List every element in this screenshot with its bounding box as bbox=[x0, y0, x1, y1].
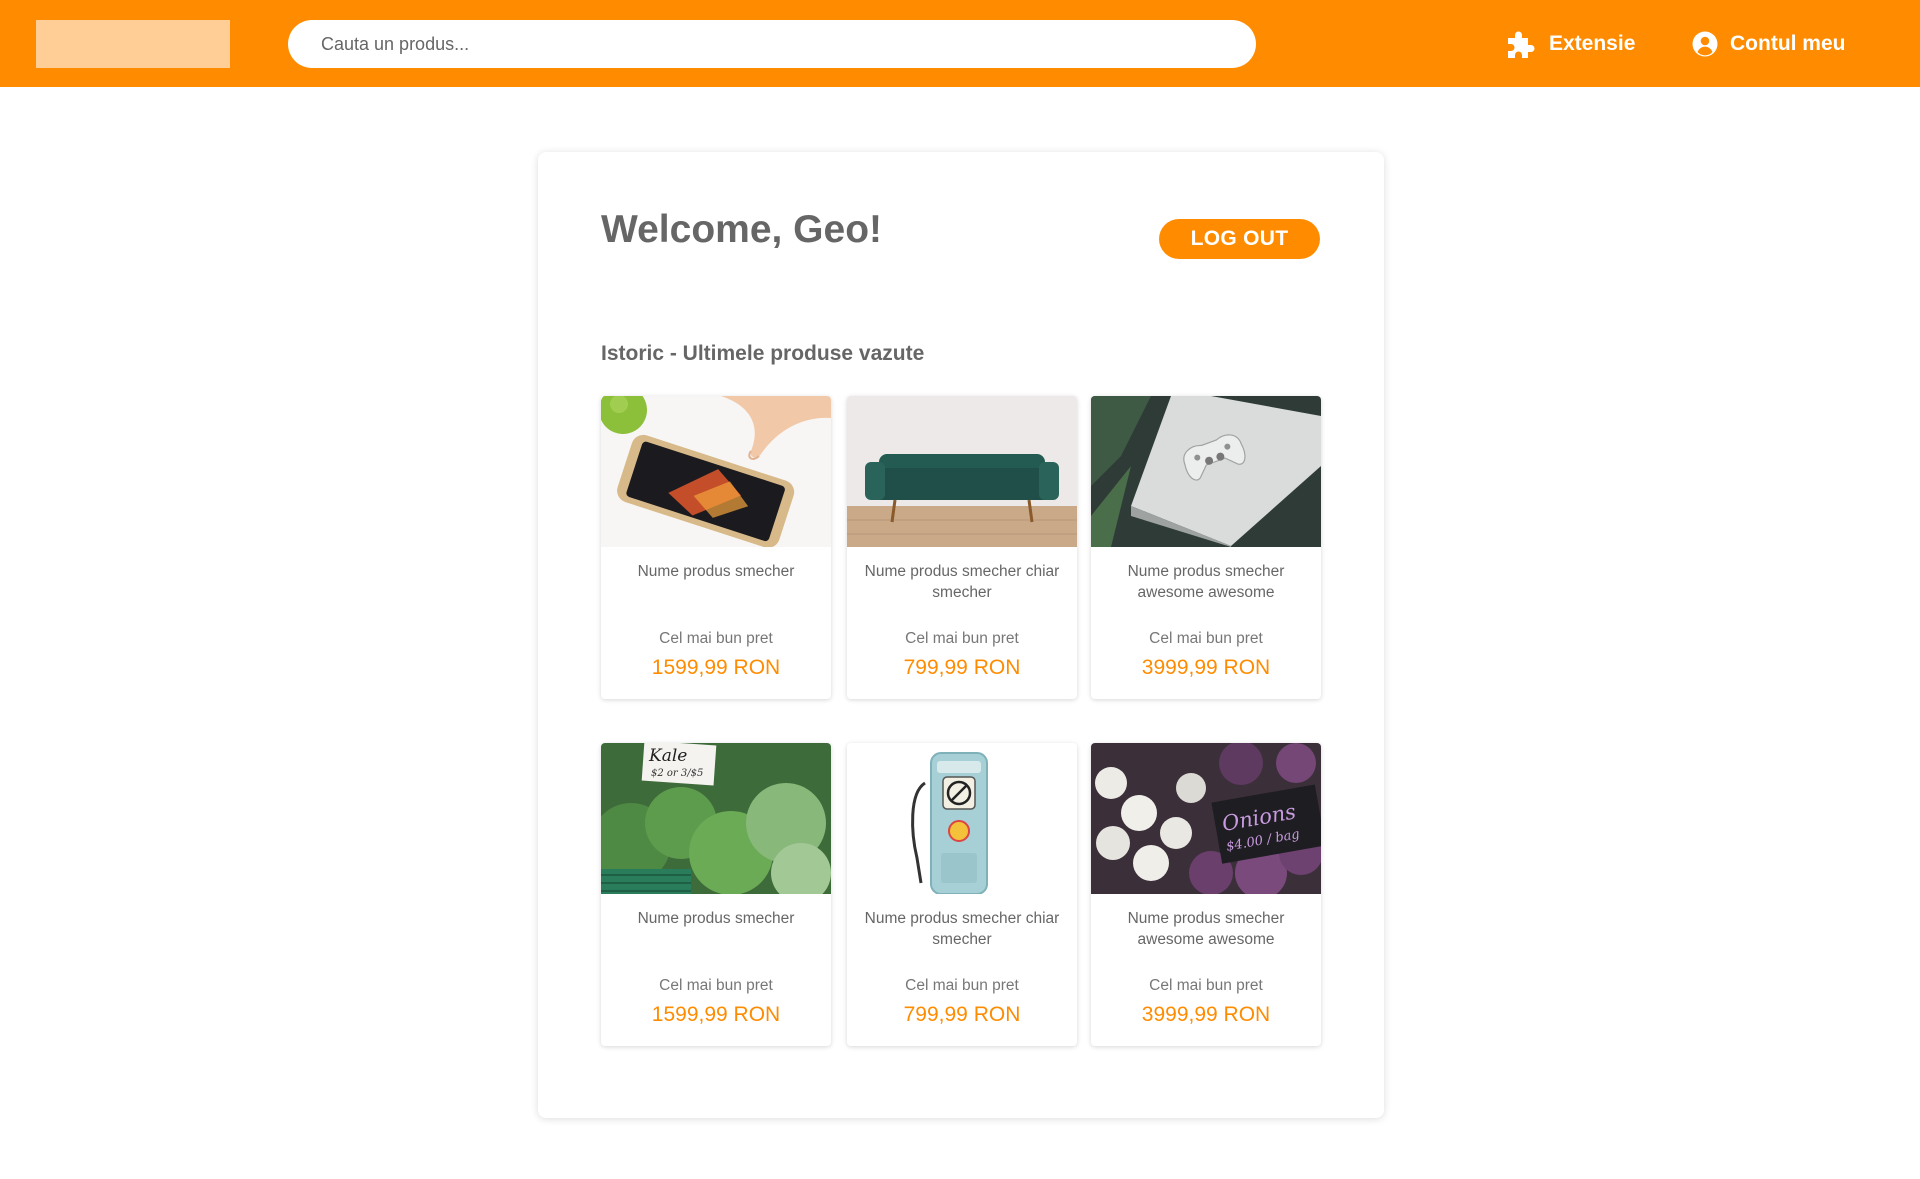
product-price: 799,99 RON bbox=[903, 656, 1021, 679]
account-link[interactable]: Contul meu bbox=[1692, 27, 1846, 61]
logout-button[interactable]: LOG OUT bbox=[1159, 219, 1320, 259]
product-name: Nume produs smecher chiar smecher bbox=[864, 910, 1060, 948]
product-card[interactable]: Nume produs smecher chiar smecher Cel ma… bbox=[847, 743, 1077, 1046]
product-image-smartphone bbox=[601, 396, 831, 547]
product-image-sofa bbox=[847, 396, 1077, 547]
best-price-label: Cel mai bun pret bbox=[905, 630, 1019, 647]
history-title: Istoric - Ultimele produse vazute bbox=[601, 342, 925, 365]
product-card[interactable]: Nume produs smecher chiar smecher Cel ma… bbox=[847, 396, 1077, 699]
product-image-game-console bbox=[1091, 396, 1321, 547]
product-image-kale: Kale $2 or 3/$5 bbox=[601, 743, 831, 894]
product-price: 3999,99 RON bbox=[1141, 656, 1271, 679]
best-price-label: Cel mai bun pret bbox=[659, 977, 773, 994]
product-price: 799,99 RON bbox=[903, 1003, 1021, 1026]
kale-sign-title: Kale bbox=[648, 746, 687, 766]
top-bar: Extensie Contul meu bbox=[0, 0, 1920, 87]
puzzle-icon bbox=[1505, 28, 1537, 60]
product-name: Nume produs smecher bbox=[637, 910, 795, 927]
product-price: 1599,99 RON bbox=[651, 656, 781, 679]
welcome-heading: Welcome, Geo! bbox=[601, 208, 883, 251]
logo-placeholder[interactable] bbox=[36, 20, 230, 68]
product-name: Nume produs smecher awesome awesome bbox=[1127, 910, 1285, 948]
product-price: 3999,99 RON bbox=[1141, 1003, 1271, 1026]
kale-sign-price: $2 or 3/$5 bbox=[651, 768, 703, 779]
user-circle-icon bbox=[1692, 31, 1718, 57]
best-price-label: Cel mai bun pret bbox=[1149, 977, 1263, 994]
product-card[interactable]: Onions $4.00 / bag Nume produs smecher a… bbox=[1091, 743, 1321, 1046]
best-price-label: Cel mai bun pret bbox=[1149, 630, 1263, 647]
product-name: Nume produs smecher awesome awesome bbox=[1127, 563, 1285, 601]
account-label: Contul meu bbox=[1730, 32, 1846, 55]
extension-link[interactable]: Extensie bbox=[1505, 27, 1635, 61]
product-card[interactable]: Nume produs smecher Cel mai bun pret 159… bbox=[601, 396, 831, 699]
account-panel: Welcome, Geo! LOG OUT Istoric - Ultimele… bbox=[538, 152, 1384, 1118]
extension-label: Extensie bbox=[1549, 32, 1636, 55]
product-image-onions: Onions $4.00 / bag bbox=[1091, 743, 1321, 894]
best-price-label: Cel mai bun pret bbox=[659, 630, 773, 647]
product-name: Nume produs smecher bbox=[637, 563, 795, 580]
best-price-label: Cel mai bun pret bbox=[905, 977, 1019, 994]
product-price: 1599,99 RON bbox=[651, 1003, 781, 1026]
product-card[interactable]: Nume produs smecher awesome awesome Cel … bbox=[1091, 396, 1321, 699]
product-name: Nume produs smecher chiar smecher bbox=[864, 563, 1060, 601]
product-image-gas-pump bbox=[847, 743, 1077, 894]
search-input[interactable] bbox=[288, 20, 1256, 68]
product-card[interactable]: Kale $2 or 3/$5 Nume produs smecher Cel … bbox=[601, 743, 831, 1046]
